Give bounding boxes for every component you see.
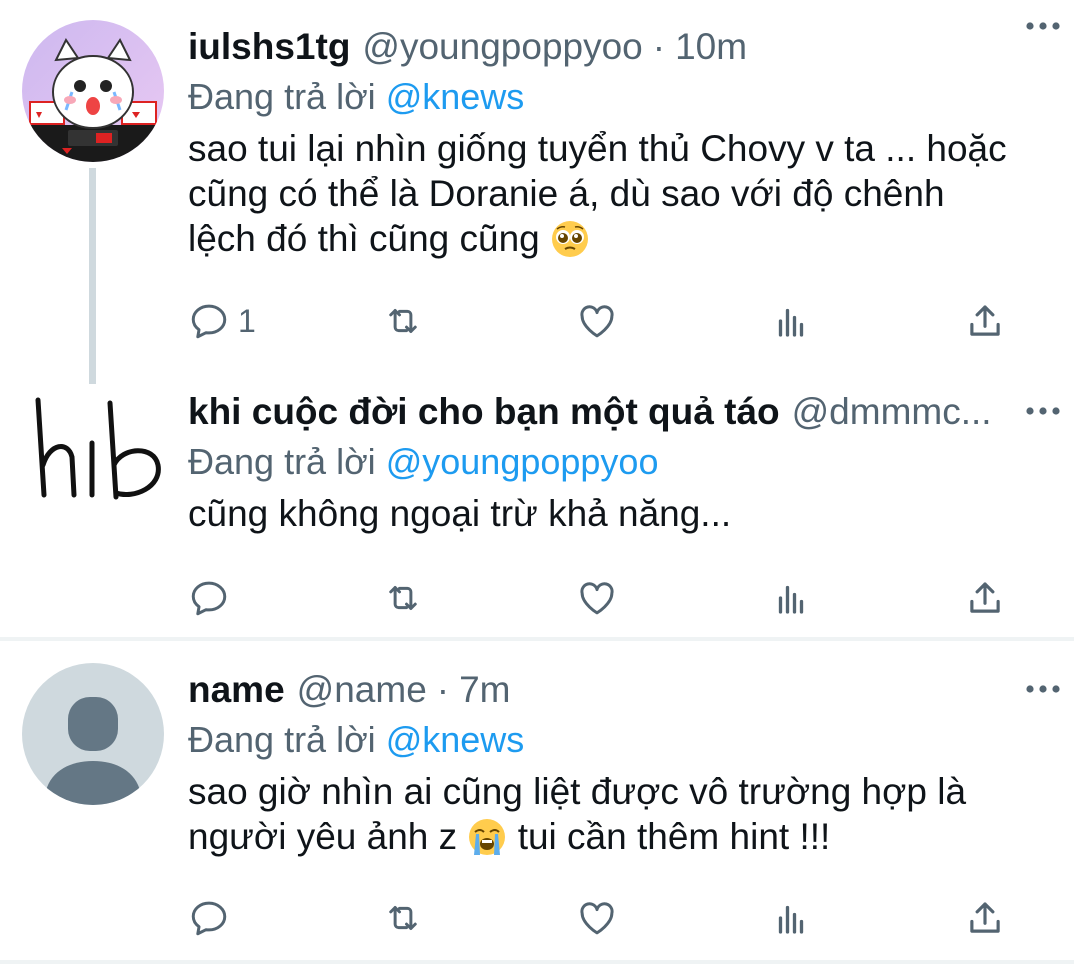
tweet-3[interactable]: name @name · 7m Đang trả lời @knews sao … <box>0 641 1074 964</box>
avatar-default[interactable] <box>22 663 164 805</box>
replying-to: Đang trả lời @knews <box>188 717 1054 763</box>
thread-line <box>89 168 96 384</box>
separator-dot: · <box>652 26 666 67</box>
replying-to: Đang trả lời @youngpoppyoo <box>188 439 1054 485</box>
retweet-icon <box>382 577 424 619</box>
user-handle[interactable]: @dmmmc... <box>792 385 992 439</box>
tweet-2[interactable]: khi cuộc đời cho bạn một quả táo @dmmmc.… <box>0 385 1074 637</box>
share-icon <box>964 300 1006 342</box>
retweet-icon <box>382 300 424 342</box>
tweet-text-line: sao tui lại nhìn giống tuyển thủ Chovy v… <box>188 128 1007 169</box>
more-icon[interactable] <box>1024 679 1062 699</box>
tweet-header: khi cuộc đời cho bạn một quả táo @dmmmc.… <box>188 385 1054 439</box>
tweet-header: name @name · 7m <box>188 663 1054 717</box>
replying-to: Đang trả lời @knews <box>188 74 1054 120</box>
tweet-text-line: tui cần thêm hint !!! <box>517 816 831 857</box>
reply-mention[interactable]: @knews <box>386 719 525 760</box>
tweet-text-line: lệch đó thì cũng cũng <box>188 218 540 259</box>
more-icon[interactable] <box>1024 16 1062 36</box>
retweet-button[interactable] <box>382 296 424 346</box>
user-handle[interactable]: @name <box>297 663 427 717</box>
tweet-actions: 1 <box>188 296 1018 346</box>
share-button[interactable] <box>964 296 1006 346</box>
reply-count: 1 <box>238 302 256 339</box>
reply-icon <box>188 300 230 342</box>
display-name[interactable]: name <box>188 663 285 717</box>
reply-icon <box>188 897 230 939</box>
analytics-icon <box>770 577 812 619</box>
share-icon <box>964 897 1006 939</box>
like-icon <box>576 300 618 342</box>
share-icon <box>964 577 1006 619</box>
display-name[interactable]: khi cuộc đời cho bạn một quả táo <box>188 385 780 439</box>
tweet-text-line-3: lệch đó thì cũng cũng <box>188 216 1054 261</box>
tweet-text-line: cũng có thể là Doranie á, dù sao với độ … <box>188 173 945 214</box>
timestamp[interactable]: 10m <box>675 20 747 74</box>
display-name[interactable]: iulshs1tg <box>188 20 350 74</box>
tweet-content: khi cuộc đời cho bạn một quả táo @dmmmc.… <box>188 385 1054 536</box>
timestamp[interactable]: 7m <box>459 663 510 717</box>
tweet-divider <box>0 960 1074 964</box>
analytics-button[interactable] <box>770 296 812 346</box>
like-button[interactable] <box>576 893 618 943</box>
like-icon <box>576 577 618 619</box>
analytics-icon <box>770 300 812 342</box>
tweet-content: iulshs1tg @youngpoppyoo · 10m Đang trả l… <box>188 20 1054 261</box>
loudly-crying-face-icon <box>467 817 507 857</box>
tweet-text: cũng không ngoại trừ khả năng... <box>188 491 1054 536</box>
reply-mention[interactable]: @youngpoppyoo <box>386 441 659 482</box>
retweet-button[interactable] <box>382 573 424 623</box>
reply-prefix: Đang trả lời <box>188 441 376 482</box>
tweet-content: name @name · 7m Đang trả lời @knews sao … <box>188 663 1054 859</box>
tweet-1[interactable]: iulshs1tg @youngpoppyoo · 10m Đang trả l… <box>0 0 1074 385</box>
reply-button[interactable] <box>188 893 230 943</box>
reply-button[interactable] <box>188 573 230 623</box>
tweet-actions <box>188 893 1018 943</box>
reply-prefix: Đang trả lời <box>188 76 376 117</box>
tweet-text: sao giờ nhìn ai cũng liệt được vô trường… <box>188 769 1054 859</box>
share-button[interactable] <box>964 893 1006 943</box>
tweet-header: iulshs1tg @youngpoppyoo · 10m <box>188 20 1054 74</box>
tweet-text-line: sao giờ nhìn ai cũng liệt được vô trường… <box>188 771 967 812</box>
retweet-icon <box>382 897 424 939</box>
reply-prefix: Đang trả lời <box>188 719 376 760</box>
like-button[interactable] <box>576 296 618 346</box>
reply-button[interactable]: 1 <box>188 296 256 346</box>
reply-mention[interactable]: @knews <box>386 76 525 117</box>
tweet-actions <box>188 573 1018 623</box>
share-button[interactable] <box>964 573 1006 623</box>
tweet-text-line: người yêu ảnh z <box>188 816 458 857</box>
more-icon[interactable] <box>1024 401 1062 421</box>
avatar-cat[interactable] <box>22 20 164 162</box>
tweet-text-line-2: người yêu ảnh z tui cần thêm hint !!! <box>188 814 1054 859</box>
like-icon <box>576 897 618 939</box>
pleading-face-icon <box>550 219 590 259</box>
retweet-button[interactable] <box>382 893 424 943</box>
analytics-button[interactable] <box>770 573 812 623</box>
tweet-text-line: cũng không ngoại trừ khả năng... <box>188 493 732 534</box>
like-button[interactable] <box>576 573 618 623</box>
tweet-text: sao tui lại nhìn giống tuyển thủ Chovy v… <box>188 126 1054 261</box>
separator-dot: · <box>436 669 450 710</box>
analytics-button[interactable] <box>770 893 812 943</box>
reply-icon <box>188 577 230 619</box>
user-handle[interactable]: @youngpoppyoo <box>362 20 642 74</box>
analytics-icon <box>770 897 812 939</box>
